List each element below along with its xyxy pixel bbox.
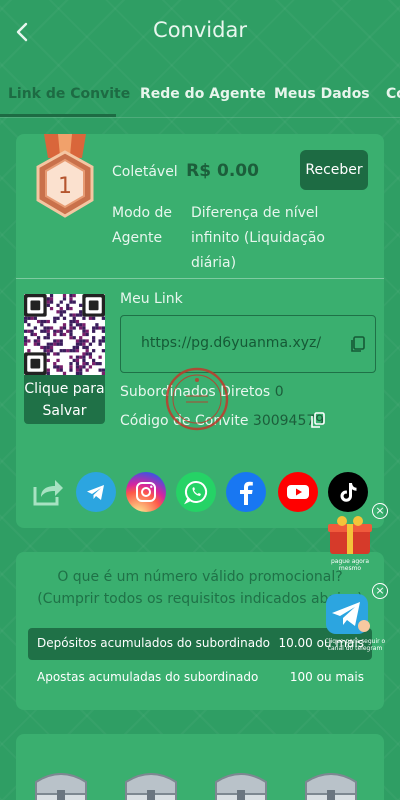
instagram-button[interactable]	[126, 472, 166, 512]
gift-box-icon	[328, 516, 372, 554]
telegram-button[interactable]	[76, 472, 116, 512]
copy-code-icon[interactable]	[310, 411, 326, 429]
criteria-row: Depósitos acumulados do subordinado 10.0…	[28, 628, 372, 660]
tiktok-icon	[340, 483, 357, 502]
chest-icon	[305, 773, 357, 800]
agent-mode-label: Modo de Agente	[112, 205, 173, 246]
invite-card: 1 Coletável R$ 0.00 Receber Modo de Agen…	[16, 134, 384, 528]
qr-code	[24, 294, 105, 375]
criteria-row-label: Apostas acumuladas do subordinado	[37, 670, 259, 684]
direct-subordinates-value: 0	[274, 384, 284, 400]
telegram-icon	[87, 485, 104, 500]
agent-mode-value: Diferença de nível infinito (Liquidação …	[191, 205, 325, 271]
chest-icon	[35, 773, 87, 800]
tab-meus-dados[interactable]: Meus Dados	[274, 86, 370, 102]
telegram-channel-float-button[interactable]: Clique para seguir o canal do telegram	[324, 592, 386, 654]
tabs-divider	[0, 117, 400, 118]
my-link-label: Meu Link	[120, 291, 183, 307]
receive-button[interactable]: Receber	[300, 150, 368, 190]
collectable-label: Coletável	[112, 164, 178, 180]
facebook-icon	[240, 481, 253, 505]
whatsapp-button[interactable]	[176, 472, 216, 512]
instagram-icon	[136, 482, 156, 502]
chest-icon	[125, 773, 177, 800]
medal-icon: 1	[36, 134, 94, 218]
promo-float-button[interactable]: pague agora mesmo	[324, 514, 376, 572]
promo-float-label: pague agora mesmo	[331, 558, 369, 572]
copy-icon[interactable]	[349, 335, 367, 353]
rank-level: 1	[58, 174, 72, 199]
card-divider	[16, 278, 384, 279]
tab-more[interactable]: Co	[386, 86, 400, 102]
criteria-row: Apostas acumuladas do subordinado 100 ou…	[28, 662, 372, 694]
facebook-button[interactable]	[226, 472, 266, 512]
invite-link-field[interactable]: https://pg.d6yuanma.xyz/	[120, 315, 376, 373]
telegram-channel-label: Clique para seguir o canal do telegram	[324, 638, 386, 652]
collectable-amount: R$ 0.00	[186, 161, 259, 181]
header: Convidar	[0, 0, 400, 64]
stamp-seal-icon	[165, 367, 229, 431]
chest-icon	[215, 773, 267, 800]
whatsapp-icon	[184, 480, 208, 505]
telegram-channel-icon	[326, 594, 370, 634]
criteria-question: O que é um número válido promocional? (C…	[37, 569, 363, 607]
close-icon[interactable]: ×	[372, 503, 388, 519]
reward-chests-card	[16, 734, 384, 800]
close-icon[interactable]: ×	[372, 583, 388, 599]
tab-rede-do-agente[interactable]: Rede do Agente	[140, 86, 266, 102]
page-title: Convidar	[153, 18, 247, 42]
criteria-row-label: Depósitos acumulados do subordinado	[37, 636, 271, 650]
qr-save-button[interactable]: Clique para Salvar	[24, 294, 105, 424]
tab-link-de-convite[interactable]: Link de Convite	[8, 86, 130, 102]
share-icon	[33, 480, 63, 506]
collectable-row: Coletável R$ 0.00	[112, 161, 259, 181]
social-share-row	[16, 472, 384, 516]
youtube-button[interactable]	[278, 472, 318, 512]
tiktok-button[interactable]	[328, 472, 368, 512]
invite-link-text: https://pg.d6yuanma.xyz/	[141, 335, 322, 351]
tab-bar: Link de Convite Rede do Agente Meus Dado…	[0, 76, 400, 118]
youtube-icon	[287, 485, 309, 499]
share-button[interactable]	[28, 472, 68, 512]
criteria-row-value: 100 ou mais	[289, 670, 364, 684]
qr-save-label: Clique para Salvar	[24, 375, 105, 424]
